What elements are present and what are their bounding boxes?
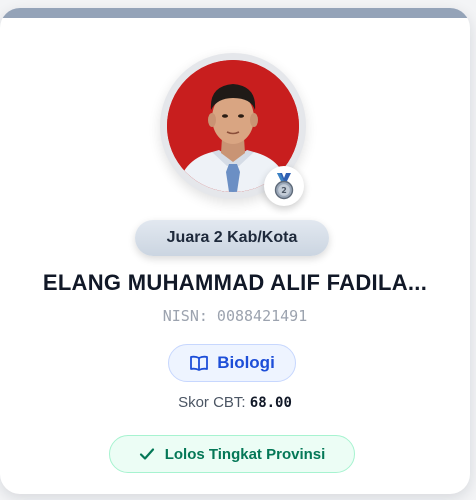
score-value: 68.00: [249, 395, 292, 411]
subject-label: Biologi: [217, 353, 275, 372]
score-row: Skor CBT: 68.00: [0, 394, 470, 411]
status-badge: Lolos Tingkat Provinsi: [109, 435, 355, 473]
rank-badge: Juara 2 Kab/Kota: [135, 220, 329, 256]
svg-text:2: 2: [281, 186, 287, 195]
status-label: Lolos Tingkat Provinsi: [164, 445, 326, 463]
subject-badge: Biologi: [168, 344, 296, 382]
score-label: Skor CBT:: [178, 394, 246, 411]
student-card: 2 Juara 2 Kab/Kota ELANG MUHAMMAD ALIF F…: [0, 8, 470, 494]
card-top-bar: [0, 8, 470, 18]
book-open-icon: [189, 355, 209, 371]
check-icon: [139, 447, 155, 461]
nisn-label: NISN: 0088421491: [162, 307, 308, 325]
medal-icon: 2: [264, 166, 304, 206]
student-name: ELANG MUHAMMAD ALIF FADILA...: [42, 270, 428, 295]
